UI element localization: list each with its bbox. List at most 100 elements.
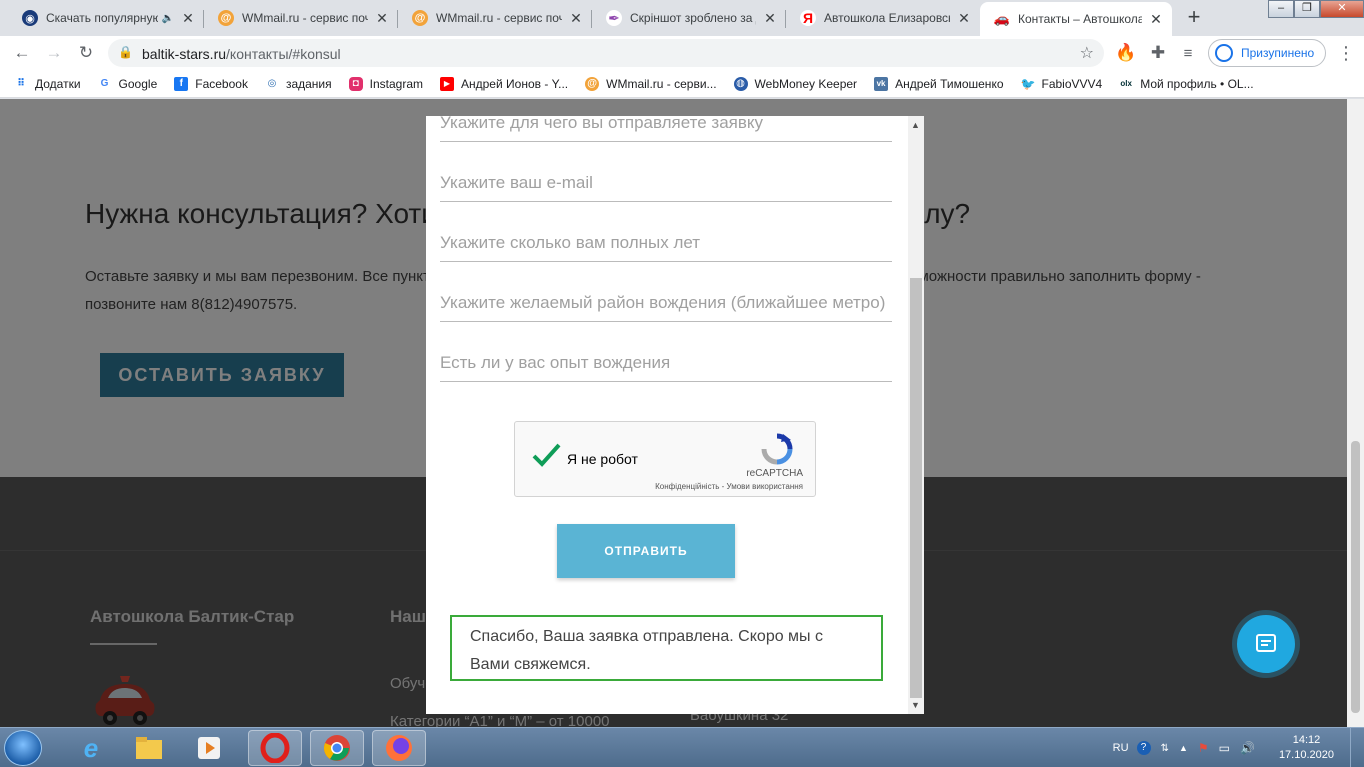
reload-icon[interactable]: ↻ [74,41,98,65]
bookmark-facebook[interactable]: f Facebook [174,76,248,91]
recaptcha-widget[interactable]: Я не робот reCAPTCHA Конфіденційність - … [514,421,816,497]
page-scrollbar[interactable] [1347,99,1364,727]
extension-fire-icon[interactable]: 🔥 [1114,41,1138,65]
language-indicator[interactable]: RU [1113,742,1129,754]
bookmark-webmoney[interactable]: ◍ WebMoney Keeper [733,76,857,91]
volume-icon[interactable]: 🔊 [1240,741,1255,755]
close-tab-icon[interactable]: ✕ [568,10,584,26]
close-tab-icon[interactable]: ✕ [762,10,778,26]
submit-button[interactable]: ОТПРАВИТЬ [557,524,735,578]
tray-expand-icon[interactable]: ▲ [1179,743,1188,753]
lock-icon[interactable]: 🔒 [118,45,134,61]
window-controls: – ❐ ✕ [1268,0,1364,18]
page-scroll-thumb[interactable] [1351,441,1360,713]
email-field[interactable]: Укажите ваш e-mail [440,162,892,202]
experience-field[interactable]: Есть ли у вас опыт вождения [440,342,892,382]
close-tab-icon[interactable]: ✕ [374,10,390,26]
media-control-icon[interactable]: ≡ [1176,41,1200,65]
bookmark-wmmail[interactable]: @ WMmail.ru - серви... [585,76,717,91]
car-icon: 🚗 [993,11,1011,27]
system-clock[interactable]: 14:12 17.10.2020 [1279,733,1334,763]
url-host: baltik-stars.ru [142,46,227,62]
forward-icon[interactable]: → [42,41,66,65]
speaker-icon[interactable]: 🔈 [162,13,174,24]
maximize-button[interactable]: ❐ [1294,0,1320,18]
taskbar-ie[interactable]: e [64,730,118,766]
tab-title: WMmail.ru - сервис поч [436,11,562,25]
bookmark-label: Instagram [369,76,423,91]
scroll-up-arrow-icon[interactable]: ▲ [911,120,920,130]
close-tab-icon[interactable]: ✕ [1148,11,1164,27]
usb-icon[interactable]: ⇅ [1161,743,1169,754]
request-form-modal: Укажите для чего вы отправляете заявку У… [426,113,924,714]
tab-1[interactable]: ◉ Скачать популярную 🔈 ✕ [8,2,204,34]
bookmark-label: Андрей Тимошенко [895,76,1004,91]
url-text[interactable]: baltik-stars.ru/контакты/#konsul [142,46,341,62]
firefox-icon [386,735,412,761]
bookmark-star-icon[interactable]: ☆ [1080,43,1094,63]
google-icon: G [97,76,112,91]
tab-title: Контакты – Автошкола [1018,12,1142,26]
wmmail-icon: @ [218,10,234,26]
bookmark-youtube[interactable]: ▶ Андрей Ионов - Y... [440,76,568,91]
bookmark-google[interactable]: G Google [97,76,157,91]
tab-title: Скачать популярную [46,11,158,25]
profile-status: Призупинено [1241,46,1315,60]
show-desktop-button[interactable] [1350,728,1364,767]
address-bar[interactable]: 🔒 baltik-stars.ru/контакты/#konsul ☆ [108,39,1104,67]
tab-6-active[interactable]: 🚗 Контакты – Автошкола ✕ [980,2,1172,36]
chat-message-icon [1256,634,1276,652]
close-tab-icon[interactable]: ✕ [180,10,196,26]
tab-5[interactable]: Я Автошкола Елизаровск ✕ [786,2,980,34]
district-field[interactable]: Укажите желаемый район вождения (ближайш… [440,282,892,322]
browser-toolbar: ← → ↻ 🔒 baltik-stars.ru/контакты/#konsul… [0,36,1364,70]
start-button[interactable] [4,730,42,766]
back-icon[interactable]: ← [10,41,34,65]
globe-icon: ◉ [22,10,38,26]
chat-widget-button[interactable] [1237,615,1295,673]
new-tab-button[interactable]: + [1180,4,1208,32]
bookmark-instagram[interactable]: ◘ Instagram [348,76,423,91]
bookmark-label: WMmail.ru - серви... [606,76,717,91]
bookmark-apps[interactable]: ⠿ Додатки [14,76,81,91]
close-window-button[interactable]: ✕ [1320,0,1364,18]
taskbar-explorer[interactable] [122,730,176,766]
help-icon[interactable]: ? [1136,741,1151,755]
clock-time: 14:12 [1292,734,1321,746]
checkmark-icon[interactable] [531,440,561,470]
windows-taskbar: e RU ? ⇅ ▲ ⚑ ▭ 🔊 14:12 17.10.2020 [0,727,1364,767]
twitter-icon: 🐦 [1020,76,1036,91]
bookmark-olx[interactable]: olx Мой профиль • OL... [1119,76,1254,91]
menu-dots-icon[interactable]: ⋮ [1334,41,1358,65]
folder-icon [136,737,162,759]
flag-alert-icon[interactable]: ⚑ [1198,741,1209,755]
bookmark-vk[interactable]: vk Андрей Тимошенко [874,76,1004,91]
vk-icon: vk [874,76,889,91]
network-icon[interactable]: ▭ [1219,741,1230,755]
minimize-button[interactable]: – [1268,0,1294,18]
bookmark-twitter[interactable]: 🐦 FabioVVV4 [1020,76,1102,91]
bookmark-tasks[interactable]: ◎ задания [264,76,332,91]
taskbar-media[interactable] [182,730,236,766]
scroll-down-arrow-icon[interactable]: ▼ [911,700,920,710]
tab-3[interactable]: @ WMmail.ru - сервис поч ✕ [398,2,592,34]
age-field[interactable]: Укажите сколько вам полных лет [440,222,892,262]
tab-4[interactable]: ✒ Скріншот зроблено за д ✕ [592,2,786,34]
tab-title: Автошкола Елизаровск [824,11,950,25]
tab-title: WMmail.ru - сервис поч [242,11,368,25]
taskbar-chrome[interactable] [310,730,364,766]
tab-2[interactable]: @ WMmail.ru - сервис поч ✕ [204,2,398,34]
purpose-field[interactable]: Укажите для чего вы отправляете заявку [440,102,892,142]
close-tab-icon[interactable]: ✕ [956,10,972,26]
yandex-icon: Я [800,10,816,26]
success-message: Спасибо, Ваша заявка отправлена. Скоро м… [450,615,883,681]
modal-scroll-thumb[interactable] [910,278,922,698]
puzzle-icon[interactable]: ✚ [1146,41,1170,65]
recaptcha-terms-link[interactable]: Конфіденційність - Умови використання [655,482,803,491]
taskbar-firefox[interactable] [372,730,426,766]
bookmark-label: Facebook [195,76,248,91]
profile-button[interactable]: Призупинено [1208,39,1326,67]
taskbar-opera[interactable] [248,730,302,766]
modal-scrollbar[interactable]: ▲ ▼ [908,116,924,714]
tab-title: Скріншот зроблено за д [630,11,756,25]
